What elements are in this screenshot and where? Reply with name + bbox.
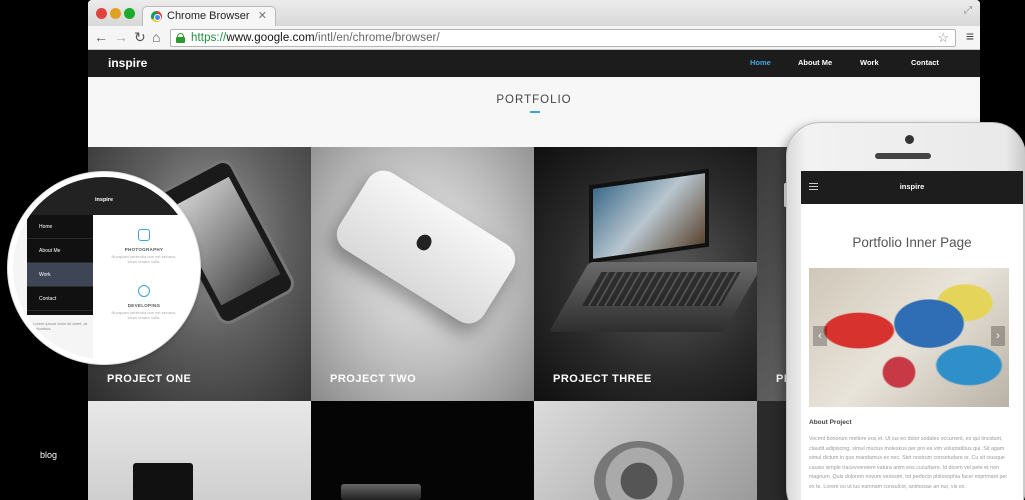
project-tile[interactable] bbox=[88, 401, 311, 500]
device-image bbox=[341, 484, 421, 500]
blog-label: blog bbox=[40, 450, 58, 460]
minimize-window-button[interactable] bbox=[110, 8, 121, 19]
laptop-image bbox=[589, 168, 709, 264]
site-navbar: inspire Home About Me Work Contact bbox=[88, 50, 980, 77]
laptop-keyboard-image bbox=[548, 262, 757, 332]
mag-topbar: inspire bbox=[13, 177, 195, 215]
iphone-mockup: inspire Portfolio Inner Page ‹ › About P… bbox=[784, 122, 1025, 500]
site-logo[interactable]: inspire bbox=[108, 56, 147, 70]
nav-link-contact[interactable]: Contact bbox=[911, 58, 939, 67]
project-title: PROJECT ONE bbox=[107, 373, 192, 385]
project-tile[interactable] bbox=[534, 401, 757, 500]
section-title: PORTFOLIO bbox=[496, 94, 572, 106]
maximize-window-button[interactable] bbox=[124, 8, 135, 19]
mag-menu: Home About Me Work Contact bbox=[27, 215, 93, 315]
tab-close-icon[interactable]: ✕ bbox=[258, 9, 267, 22]
title-bar: Chrome Browser ✕ ⤢ bbox=[88, 0, 980, 26]
cloud-icon bbox=[138, 285, 150, 297]
slider-next-icon[interactable]: › bbox=[991, 326, 1005, 346]
mag-menu-item-contact[interactable]: Contact bbox=[27, 287, 93, 311]
mag-footer-text: Lorem ipsum dolor sit amet, at rationibu… bbox=[33, 321, 87, 331]
mag-menu-item-work[interactable]: Work bbox=[27, 263, 93, 287]
about-project-heading: About Project bbox=[809, 419, 852, 426]
mag-features-panel: PHOTOGRAPHY Nunquam sententia non est se… bbox=[93, 215, 195, 359]
title-underline bbox=[530, 111, 540, 113]
nav-link-home[interactable]: Home bbox=[750, 58, 771, 67]
mobile-screen: inspire Portfolio Inner Page ‹ › About P… bbox=[801, 171, 1023, 500]
nav-link-about-me[interactable]: About Me bbox=[798, 58, 832, 67]
reload-icon[interactable]: ↻ bbox=[134, 29, 146, 45]
mobile-page-title: Portfolio Inner Page bbox=[852, 235, 972, 250]
browser-toolbar: ← → ↻ ⌂ https://www.google.com/intl/en/c… bbox=[88, 26, 980, 50]
camera-icon bbox=[138, 229, 150, 241]
home-icon[interactable]: ⌂ bbox=[152, 29, 160, 45]
magnified-mobile-menu: inspire Home About Me Work Contact PHOTO… bbox=[13, 177, 195, 359]
chrome-icon bbox=[151, 11, 162, 22]
back-arrow-icon[interactable]: ← bbox=[94, 29, 108, 45]
fullscreen-icon[interactable]: ⤢ bbox=[964, 5, 972, 16]
url-text[interactable]: https://www.google.com/intl/en/chrome/br… bbox=[191, 32, 440, 44]
project-tile[interactable] bbox=[311, 401, 534, 500]
feature-text: Nunquam sententia non est secutus, lacus… bbox=[111, 310, 177, 320]
mag-menu-item-about-me[interactable]: About Me bbox=[27, 239, 93, 263]
iphone-side-button bbox=[784, 183, 787, 207]
feature-title: DEVELOPING bbox=[127, 303, 161, 308]
lock-icon bbox=[176, 33, 185, 43]
mobile-brand[interactable]: inspire bbox=[801, 182, 1023, 191]
address-bar[interactable]: https://www.google.com/intl/en/chrome/br… bbox=[170, 29, 956, 47]
project-image-slider: ‹ › bbox=[809, 268, 1009, 407]
bookmark-star-icon[interactable]: ☆ bbox=[937, 30, 949, 46]
project-tile[interactable]: PROJECT THREE bbox=[534, 147, 757, 401]
browser-tab[interactable]: Chrome Browser ✕ bbox=[142, 6, 276, 26]
feature-text: Nunquam sententia non est secutus, lacus… bbox=[111, 254, 177, 264]
mag-brand: inspire bbox=[95, 197, 114, 203]
project-title: PROJECT TWO bbox=[330, 373, 417, 385]
project-title: PROJECT THREE bbox=[553, 373, 652, 385]
nav-link-work[interactable]: Work bbox=[860, 58, 879, 67]
forward-arrow-icon[interactable]: → bbox=[114, 29, 128, 45]
iphone-camera bbox=[905, 135, 914, 144]
mobile-navbar: inspire bbox=[801, 171, 1023, 204]
device-image bbox=[133, 463, 193, 500]
device-image bbox=[594, 441, 684, 500]
mag-menu-item-home[interactable]: Home bbox=[27, 215, 93, 239]
project-tile[interactable]: PROJECT TWO bbox=[311, 147, 534, 401]
iphone-speaker bbox=[875, 153, 931, 159]
screenshot-stage: Chrome Browser ✕ ⤢ ← → ↻ ⌂ https://www.g… bbox=[0, 0, 1025, 500]
menu-icon[interactable]: ≡ bbox=[966, 28, 974, 44]
slider-prev-icon[interactable]: ‹ bbox=[813, 326, 827, 346]
close-window-button[interactable] bbox=[96, 8, 107, 19]
feature-title: PHOTOGRAPHY bbox=[124, 247, 164, 252]
tab-title: Chrome Browser bbox=[167, 10, 250, 22]
phone-image bbox=[330, 163, 522, 331]
about-project-text: Vocent bonorum meliore eos et. Ut ius eo… bbox=[809, 436, 1008, 490]
magnifier-callout: inspire Home About Me Work Contact PHOTO… bbox=[8, 172, 200, 364]
apple-logo-icon bbox=[414, 231, 435, 253]
